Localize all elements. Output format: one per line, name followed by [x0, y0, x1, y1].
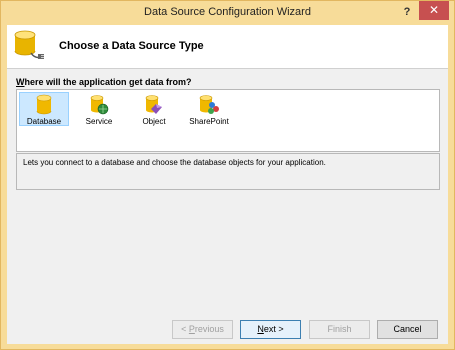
next-button[interactable]: Next > [240, 320, 301, 339]
finish-button[interactable]: Finish [309, 320, 370, 339]
source-item-database[interactable]: Database [19, 92, 69, 126]
next-label: ext > [263, 324, 284, 334]
source-label: Service [85, 117, 113, 126]
question-mnemonic: W [16, 77, 25, 87]
description-text: Lets you connect to a database and choos… [23, 158, 326, 167]
database-connector-icon [14, 30, 44, 59]
help-button[interactable]: ? [399, 4, 415, 20]
question-text: here will the application get data from? [24, 77, 192, 87]
data-source-list[interactable]: Database Service Object SharePoint [16, 89, 440, 152]
wizard-window: Data Source Configuration Wizard ? ✕ Cho… [0, 0, 455, 350]
source-label: Object [142, 117, 166, 126]
window-title: Data Source Configuration Wizard [144, 6, 311, 18]
sharepoint-icon [199, 95, 219, 114]
source-label: Database [26, 117, 62, 126]
cancel-button[interactable]: Cancel [377, 320, 438, 339]
description-panel: Lets you connect to a database and choos… [16, 153, 440, 190]
page-title: Choose a Data Source Type [59, 40, 204, 52]
source-label: SharePoint [189, 117, 229, 126]
previous-label: revious [194, 324, 224, 334]
database-icon [36, 94, 52, 115]
title-bar[interactable]: Data Source Configuration Wizard ? ✕ [1, 1, 454, 25]
close-button[interactable]: ✕ [419, 1, 449, 20]
previous-arrow: < [181, 324, 189, 334]
source-item-service[interactable]: Service [74, 92, 124, 126]
source-question-label: Where will the application get data from… [16, 77, 192, 87]
wizard-header: Choose a Data Source Type [7, 25, 448, 69]
object-icon [145, 95, 162, 114]
source-item-object[interactable]: Object [129, 92, 179, 126]
source-item-sharepoint[interactable]: SharePoint [181, 92, 237, 126]
service-icon [90, 95, 109, 115]
previous-button[interactable]: < Previous [172, 320, 233, 339]
wizard-client-area: Choose a Data Source Type Where will the… [7, 25, 448, 344]
